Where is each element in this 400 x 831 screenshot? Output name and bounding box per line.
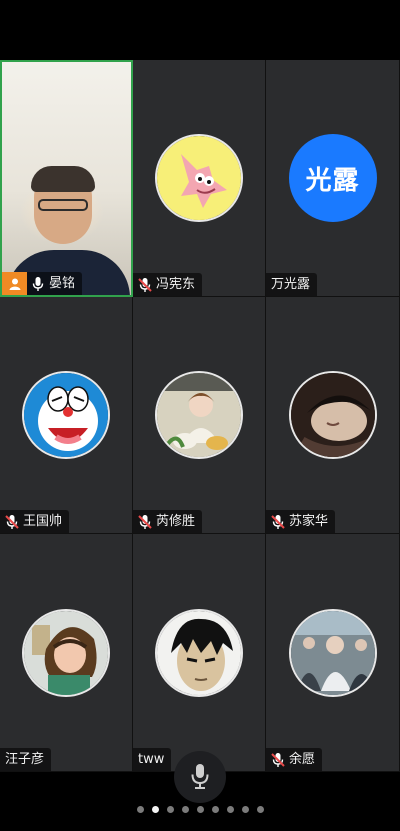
participant-tile-1[interactable]: 晏铭 [0,60,133,297]
mic-muted-icon [138,514,152,530]
microphone-toggle-button[interactable] [174,751,226,803]
participant-name: 万光露 [271,277,311,292]
page-dot-6[interactable] [211,806,219,813]
participant-video-glasses [38,199,88,211]
participant-video-hair [31,166,95,192]
mic-muted-icon [5,514,19,530]
participant-label: 冯宪东 [133,273,203,296]
participant-tile-2[interactable]: 冯宪东 [133,60,266,297]
mic-muted-icon [271,514,285,530]
avatar-anime-girl [22,608,110,697]
participant-label: tww [133,748,172,771]
participant-name: 苏家华 [289,514,329,529]
participant-tile-3[interactable]: 光露 万光露 [266,60,400,297]
avatar-girl-with-ducks [155,371,243,459]
participant-grid: 晏铭 冯宪东 光露 万光露 王国帅 芮修胜 苏家华 汪子彦 tww 余愿 [0,60,400,772]
participant-tile-7[interactable]: 汪子彦 [0,534,133,772]
participant-label: 苏家华 [266,510,336,533]
page-dot-9[interactable] [256,806,264,813]
avatar-sleeping-person [288,371,377,459]
host-badge-icon [2,272,27,295]
participant-name: 冯宪东 [156,277,196,292]
microphone-icon [189,763,211,792]
participant-label: 芮修胜 [133,510,203,533]
participant-label: 万光露 [266,273,318,296]
participant-tile-6[interactable]: 苏家华 [266,297,400,534]
participant-name: 王国帅 [23,514,63,529]
page-dot-8[interactable] [241,806,249,813]
mic-muted-icon [138,277,152,293]
participant-label: 晏铭 [2,272,83,295]
page-indicator[interactable] [0,806,400,813]
page-dot-3[interactable] [166,806,174,813]
page-dot-2-active[interactable] [151,806,159,813]
mic-muted-icon [271,752,285,768]
avatar-street-photo [288,608,377,697]
participant-name: 晏铭 [49,276,76,291]
participant-name: 汪子彦 [5,752,45,767]
participant-name: tww [138,752,165,767]
avatar-patrick-star [155,134,243,222]
page-dot-7[interactable] [226,806,234,813]
avatar-anime-boy [155,608,243,697]
participant-tile-9[interactable]: 余愿 [266,534,400,772]
participant-label: 余愿 [266,748,323,771]
participant-tile-8[interactable]: tww [133,534,266,772]
mic-on-icon [31,276,45,292]
participant-tile-4[interactable]: 王国帅 [0,297,133,534]
participant-label: 汪子彦 [0,748,52,771]
page-dot-5[interactable] [196,806,204,813]
participant-name: 余愿 [289,752,316,767]
participant-label: 王国帅 [0,510,70,533]
avatar-initials: 光露 [288,134,377,222]
page-dot-4[interactable] [181,806,189,813]
page-dot-1[interactable] [136,806,144,813]
avatar-doraemon [22,371,110,459]
participant-tile-5[interactable]: 芮修胜 [133,297,266,534]
participant-name: 芮修胜 [156,514,196,529]
